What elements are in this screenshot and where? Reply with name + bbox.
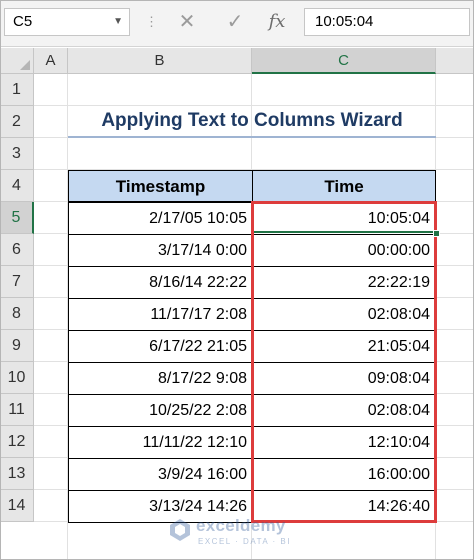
- cell-time[interactable]: 10:05:04: [252, 202, 436, 235]
- header-time[interactable]: Time: [252, 170, 436, 202]
- select-all-icon: [20, 60, 30, 70]
- cell-time[interactable]: 00:00:00: [252, 234, 436, 267]
- cell-time[interactable]: 22:22:19: [252, 266, 436, 299]
- cell-timestamp[interactable]: 8/16/14 22:22: [68, 266, 253, 299]
- column-header-a[interactable]: A: [34, 48, 68, 74]
- check-icon[interactable]: ✓: [220, 8, 250, 36]
- cell-time[interactable]: 21:05:04: [252, 330, 436, 363]
- cell-timestamp[interactable]: 3/9/24 16:00: [68, 458, 253, 491]
- formula-input[interactable]: 10:05:04: [304, 8, 470, 36]
- row-header[interactable]: 2: [0, 106, 34, 138]
- cell-time[interactable]: 12:10:04: [252, 426, 436, 459]
- row-header[interactable]: 13: [0, 458, 34, 490]
- drag-handle-icon[interactable]: ⋮: [145, 12, 158, 32]
- cell-timestamp[interactable]: 3/13/24 14:26: [68, 490, 253, 523]
- row-header[interactable]: 4: [0, 170, 34, 202]
- watermark-tagline: EXCEL · DATA · BI: [198, 537, 291, 546]
- cell-timestamp[interactable]: 3/17/14 0:00: [68, 234, 253, 267]
- sheet-title[interactable]: Applying Text to Columns Wizard: [68, 106, 436, 138]
- fill-handle[interactable]: [433, 230, 440, 237]
- header-timestamp[interactable]: Timestamp: [68, 170, 253, 202]
- row-header[interactable]: 8: [0, 298, 34, 330]
- formula-bar: C5 ▼ ⋮ ✕ ✓ fx 10:05:04: [0, 0, 474, 47]
- cell-timestamp[interactable]: 2/17/05 10:05: [68, 202, 253, 235]
- row-header[interactable]: 6: [0, 234, 34, 266]
- row-header[interactable]: 5: [0, 202, 34, 234]
- column-header-b[interactable]: B: [68, 48, 252, 74]
- row-header[interactable]: 10: [0, 362, 34, 394]
- row-header[interactable]: 11: [0, 394, 34, 426]
- name-box-value: C5: [13, 13, 33, 30]
- cell-timestamp[interactable]: 11/11/22 12:10: [68, 426, 253, 459]
- cell-time[interactable]: 02:08:04: [252, 394, 436, 427]
- column-header-d[interactable]: [436, 48, 474, 74]
- row-header[interactable]: 1: [0, 74, 34, 106]
- chevron-down-icon[interactable]: ▼: [113, 9, 123, 35]
- cell-time[interactable]: 14:26:40: [252, 490, 436, 523]
- cell-time[interactable]: 16:00:00: [252, 458, 436, 491]
- cell-timestamp[interactable]: 11/17/17 2:08: [68, 298, 253, 331]
- row-header[interactable]: 9: [0, 330, 34, 362]
- insert-function-icon[interactable]: fx: [262, 8, 292, 36]
- name-box[interactable]: C5 ▼: [4, 8, 130, 36]
- cell-time[interactable]: 09:08:04: [252, 362, 436, 395]
- row-header[interactable]: 14: [0, 490, 34, 522]
- row-header[interactable]: 7: [0, 266, 34, 298]
- x-icon[interactable]: ✕: [172, 8, 202, 36]
- cell-time[interactable]: 02:08:04: [252, 298, 436, 331]
- cell-timestamp[interactable]: 8/17/22 9:08: [68, 362, 253, 395]
- select-all-corner[interactable]: [0, 48, 34, 74]
- row-header[interactable]: 12: [0, 426, 34, 458]
- cell-timestamp[interactable]: 6/17/22 21:05: [68, 330, 253, 363]
- column-header-c[interactable]: C: [252, 48, 436, 74]
- row-header[interactable]: 3: [0, 138, 34, 170]
- cell-timestamp[interactable]: 10/25/22 2:08: [68, 394, 253, 427]
